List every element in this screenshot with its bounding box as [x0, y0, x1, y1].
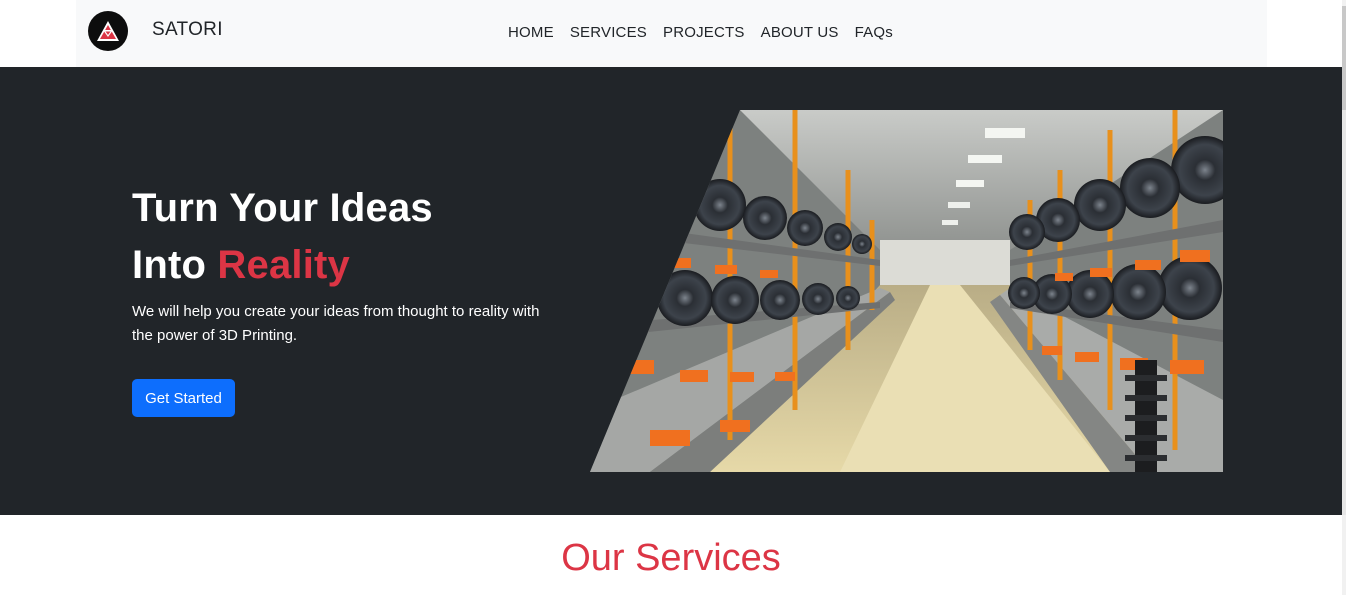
triangle-logo-icon [97, 21, 119, 41]
hero-title-accent: Reality [217, 243, 350, 287]
nav-links: HOME SERVICES PROJECTS ABOUT US FAQs [508, 24, 893, 41]
scrollbar-thumb[interactable] [1342, 6, 1346, 110]
nav-link-services[interactable]: SERVICES [570, 24, 647, 41]
3d-printer-farm-image [590, 110, 1223, 472]
brand-name[interactable]: SATORI [152, 19, 223, 41]
hero-description: We will help you create your ideas from … [132, 303, 540, 344]
services-section-title: Our Services [561, 537, 781, 579]
hero-title-line1: Turn Your Ideas [132, 186, 433, 230]
satori-logo-icon[interactable] [88, 11, 128, 51]
nav-link-faqs[interactable]: FAQs [855, 24, 893, 41]
nav-link-home[interactable]: HOME [508, 24, 554, 41]
nav-link-about-us[interactable]: ABOUT US [761, 24, 839, 41]
hero-title-prefix: Into [132, 243, 218, 287]
hero-title: Turn Your Ideas Into Reality [132, 180, 433, 294]
hero-section: Turn Your Ideas Into Reality We will hel… [0, 67, 1342, 515]
scrollbar-lower-track [1342, 110, 1346, 515]
navbar: SATORI HOME SERVICES PROJECTS ABOUT US F… [76, 0, 1267, 67]
hero-title-line2: Into Reality [132, 237, 433, 294]
get-started-button[interactable]: Get Started [132, 379, 235, 417]
nav-link-projects[interactable]: PROJECTS [663, 24, 745, 41]
